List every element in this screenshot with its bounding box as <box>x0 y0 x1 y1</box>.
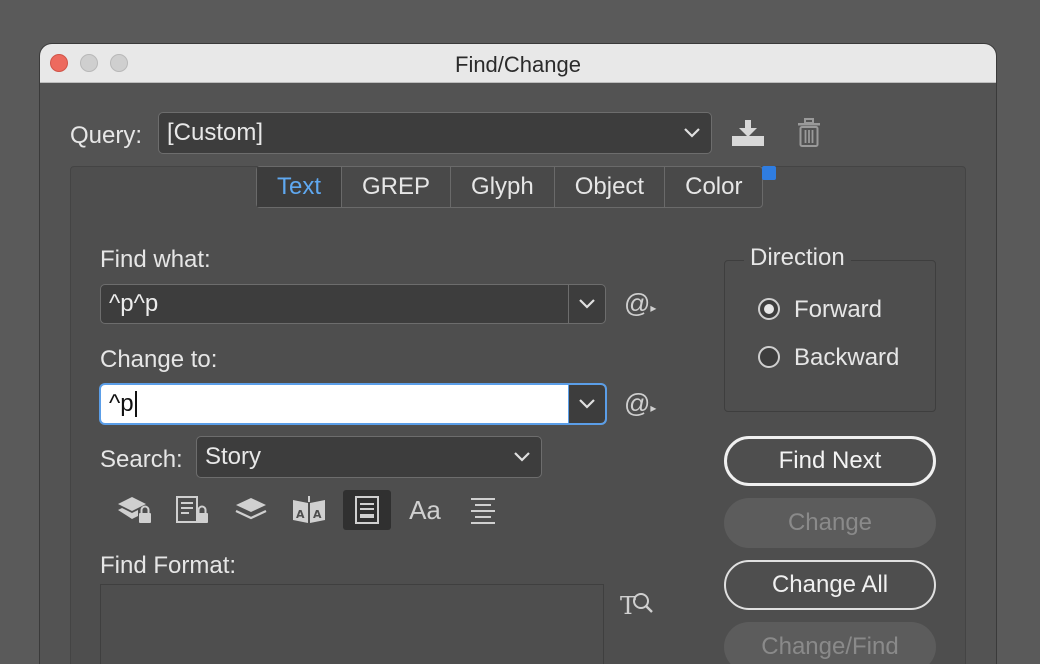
search-scope-value: Story <box>205 443 262 470</box>
tab-indicator-badge <box>762 166 776 180</box>
find-what-label: Find what: <box>100 246 211 273</box>
change-to-dropdown-button[interactable] <box>568 385 605 423</box>
svg-text:A: A <box>313 508 322 521</box>
case-sensitive-icon[interactable]: Aa <box>396 490 454 530</box>
backward-label[interactable]: Backward <box>794 344 899 372</box>
chevron-down-icon <box>514 452 530 462</box>
search-label: Search: <box>100 446 183 473</box>
find-what-dropdown-button[interactable] <box>568 285 605 323</box>
svg-text:A: A <box>296 508 305 521</box>
direction-group <box>724 260 936 412</box>
tab-text[interactable]: Text <box>257 167 343 207</box>
text-caret <box>134 391 137 417</box>
svg-text:T: T <box>620 592 636 620</box>
tab-object[interactable]: Object <box>555 167 666 207</box>
change-to-value: ^p <box>109 390 134 417</box>
save-query-icon[interactable] <box>730 118 766 148</box>
include-master-pages-icon[interactable]: A A <box>280 490 338 530</box>
special-characters-change-icon[interactable]: @▸ <box>624 388 656 419</box>
delete-query-icon[interactable] <box>796 118 822 148</box>
change-find-button[interactable]: Change/Find <box>724 622 936 664</box>
change-all-button[interactable]: Change All <box>724 560 936 610</box>
query-label: Query: <box>70 122 143 149</box>
case-sensitive-text: Aa <box>409 494 441 525</box>
find-format-box[interactable] <box>100 584 604 664</box>
include-footnotes-icon[interactable] <box>343 490 391 530</box>
query-value: [Custom] <box>167 119 264 146</box>
change-button[interactable]: Change <box>724 498 936 548</box>
search-options-toolbar: A A Aa <box>106 490 512 530</box>
search-scope-select[interactable]: Story <box>196 436 542 478</box>
include-hidden-layers-icon[interactable] <box>222 490 280 530</box>
find-what-value: ^p^p <box>109 290 159 317</box>
include-locked-stories-icon[interactable] <box>164 490 222 530</box>
forward-label[interactable]: Forward <box>794 296 882 324</box>
forward-radio[interactable] <box>758 298 780 320</box>
find-what-field[interactable]: ^p^p <box>100 284 606 324</box>
chevron-down-icon <box>579 299 595 309</box>
change-to-label: Change to: <box>100 346 218 373</box>
mode-tabs: Text GREP Glyph Object Color <box>256 166 764 208</box>
backward-radio[interactable] <box>758 346 780 368</box>
tab-grep[interactable]: GREP <box>342 167 452 207</box>
find-format-label: Find Format: <box>100 552 237 579</box>
find-change-window: Find/Change Query: [Custom] Text GREP Gl… <box>40 44 996 664</box>
change-to-field[interactable]: ^p <box>100 384 606 424</box>
special-characters-find-icon[interactable]: @▸ <box>624 288 656 319</box>
whole-word-icon[interactable] <box>454 490 512 530</box>
tab-glyph[interactable]: Glyph <box>451 167 555 207</box>
chevron-down-icon <box>684 128 700 138</box>
chevron-down-icon <box>579 399 595 409</box>
query-select[interactable]: [Custom] <box>158 112 712 154</box>
specify-find-format-icon[interactable]: T <box>618 588 654 620</box>
find-next-button[interactable]: Find Next <box>724 436 936 486</box>
window-title: Find/Change <box>455 52 581 77</box>
title-bar: Find/Change <box>40 44 996 83</box>
tab-color[interactable]: Color <box>665 167 762 207</box>
direction-label: Direction <box>744 244 851 272</box>
include-locked-layers-icon[interactable] <box>106 490 164 530</box>
